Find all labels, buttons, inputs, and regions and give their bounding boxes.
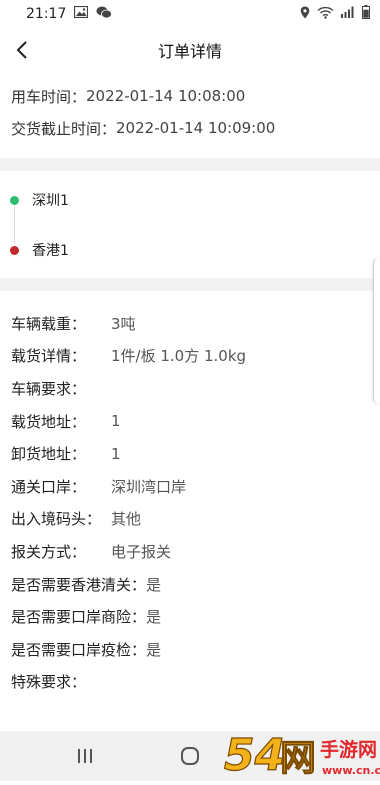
detail-row-port-quarantine: 是否需要口岸疫检：是 bbox=[0, 633, 380, 666]
destination-dot-icon bbox=[10, 245, 19, 255]
detail-value: 电子报关 bbox=[111, 542, 172, 561]
use-time-label: 用车时间： bbox=[11, 87, 87, 106]
origin-name: 深圳1 bbox=[32, 193, 69, 209]
use-time-row: 用车时间： 2022-01-14 10:08:00 bbox=[0, 80, 380, 112]
detail-label: 是否需要口岸商险： bbox=[11, 608, 147, 627]
signal-icon bbox=[341, 6, 355, 22]
detail-value: 3吨 bbox=[111, 314, 136, 333]
detail-row-port-insurance: 是否需要口岸商险：是 bbox=[0, 600, 380, 633]
svg-text:手游网: 手游网 bbox=[320, 738, 377, 761]
status-bar: 21:17 bbox=[0, 0, 380, 28]
detail-row-cargo-details: 载货详情： 1件/板 1.0方 1.0kg bbox=[0, 340, 380, 373]
navigation-bar: 订单详情 bbox=[0, 28, 380, 72]
detail-row-declaration-method: 报关方式： 电子报关 bbox=[0, 535, 380, 568]
use-time-value: 2022-01-14 10:08:00 bbox=[86, 87, 246, 105]
battery-icon bbox=[362, 5, 370, 23]
site-watermark-logo: 54 网 手游网 www.cn.cn bbox=[222, 726, 380, 781]
detail-label: 通关口岸： bbox=[11, 477, 87, 496]
detail-value: 其他 bbox=[111, 510, 142, 529]
detail-label: 是否需要口岸疫检： bbox=[11, 640, 147, 659]
detail-value: 1 bbox=[111, 444, 121, 463]
wifi-icon bbox=[317, 6, 334, 23]
recent-apps-icon bbox=[78, 749, 92, 763]
detail-row-vehicle-requirements: 车辆要求： bbox=[0, 372, 380, 405]
detail-label: 载货地址： bbox=[11, 412, 87, 431]
detail-value: 深圳湾口岸 bbox=[111, 477, 187, 496]
page-title: 订单详情 bbox=[157, 42, 222, 61]
chevron-left-icon bbox=[16, 41, 27, 59]
route-destination: 香港1 bbox=[0, 238, 69, 262]
svg-text:www.cn.cn: www.cn.cn bbox=[322, 764, 380, 777]
origin-dot-icon bbox=[10, 195, 19, 205]
detail-row-special-requirements: 特殊要求： bbox=[0, 666, 380, 699]
route-origin: 深圳1 bbox=[0, 188, 69, 212]
gallery-icon bbox=[74, 5, 89, 22]
detail-row-loading-address: 载货地址： 1 bbox=[0, 405, 380, 438]
svg-text:54: 54 bbox=[224, 730, 285, 781]
detail-label: 特殊要求： bbox=[11, 673, 87, 692]
scroll-handle[interactable] bbox=[373, 258, 380, 404]
destination-name: 香港1 bbox=[32, 243, 69, 259]
detail-label: 是否需要香港清关： bbox=[11, 575, 147, 594]
wechat-icon bbox=[96, 6, 113, 23]
detail-label: 出入境码头： bbox=[11, 510, 102, 529]
svg-text:网: 网 bbox=[280, 738, 316, 779]
detail-value: 1件/板 1.0方 1.0kg bbox=[111, 347, 247, 366]
delivery-deadline-label: 交货截止时间： bbox=[11, 119, 117, 138]
order-details: 车辆载重： 3吨 载货详情： 1件/板 1.0方 1.0kg 车辆要求： 载货地址：… bbox=[0, 307, 380, 698]
status-time: 21:17 bbox=[26, 6, 67, 22]
delivery-deadline-value: 2022-01-14 10:09:00 bbox=[116, 119, 276, 137]
recent-apps-button[interactable] bbox=[60, 731, 110, 781]
detail-label: 车辆载重： bbox=[11, 314, 87, 333]
detail-value: 是 bbox=[146, 608, 162, 627]
detail-value: 1 bbox=[111, 412, 121, 431]
detail-row-border-terminal: 出入境码头： 其他 bbox=[0, 503, 380, 536]
delivery-deadline-row: 交货截止时间： 2022-01-14 10:09:00 bbox=[0, 112, 380, 144]
time-section: 用车时间： 2022-01-14 10:08:00 交货截止时间： 2022-0… bbox=[0, 80, 380, 144]
detail-label: 卸货地址： bbox=[11, 445, 87, 464]
detail-label: 载货详情： bbox=[11, 347, 87, 366]
detail-label: 报关方式： bbox=[11, 542, 87, 561]
location-icon bbox=[300, 6, 310, 23]
detail-row-hk-clearance: 是否需要香港清关：是 bbox=[0, 568, 380, 601]
detail-row-unloading-address: 卸货地址： 1 bbox=[0, 437, 380, 470]
home-button[interactable] bbox=[165, 731, 215, 781]
detail-row-customs-port: 通关口岸： 深圳湾口岸 bbox=[0, 470, 380, 503]
section-divider bbox=[0, 158, 380, 171]
route-section: 深圳1 香港1 bbox=[0, 171, 380, 278]
detail-value: 是 bbox=[146, 575, 162, 594]
detail-value: 是 bbox=[146, 640, 162, 659]
detail-row-vehicle-load: 车辆载重： 3吨 bbox=[0, 307, 380, 340]
detail-label: 车辆要求： bbox=[11, 379, 87, 398]
back-button[interactable] bbox=[6, 34, 38, 66]
section-divider bbox=[0, 278, 380, 291]
home-icon bbox=[181, 747, 199, 765]
